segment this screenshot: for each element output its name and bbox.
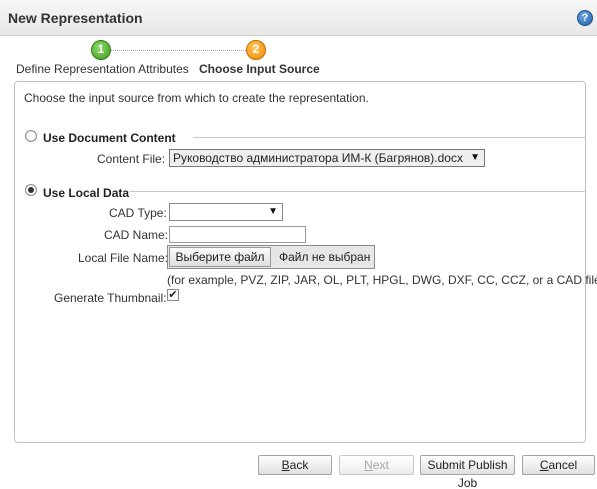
generate-thumbnail-label: Generate Thumbnail:	[54, 291, 167, 305]
content-file-value: Руководство администратора ИМ-К (Багряно…	[173, 151, 463, 165]
cancel-button[interactable]: Cancel	[522, 455, 595, 475]
choose-file-button[interactable]: Выберите файл	[169, 247, 271, 267]
wizard-steps: 1 2 Define Representation Attributes Cho…	[0, 37, 597, 79]
step-1-label[interactable]: Define Representation Attributes	[16, 62, 189, 76]
file-status-text: Файл не выбран	[279, 250, 371, 264]
next-button[interactable]: Next	[339, 455, 414, 475]
cad-name-input[interactable]	[169, 226, 306, 243]
section-divider	[193, 137, 586, 138]
content-file-label: Content File:	[97, 152, 166, 166]
local-file-label: Local File Name:	[78, 251, 169, 265]
chevron-down-icon: ▼	[470, 152, 480, 163]
back-button[interactable]: Back	[258, 455, 332, 475]
content-panel: Choose the input source from which to cr…	[14, 81, 597, 443]
chevron-down-icon: ▼	[268, 206, 278, 217]
instruction-text: Choose the input source from which to cr…	[24, 91, 369, 105]
help-icon[interactable]: ?	[577, 10, 593, 26]
file-format-hint: (for example, PVZ, ZIP, JAR, OL, PLT, HP…	[167, 273, 597, 287]
step-connector	[110, 50, 248, 51]
use-document-content-title[interactable]: Use Document Content	[43, 131, 176, 145]
step-1-check-icon: 1	[91, 40, 111, 60]
use-local-data-title[interactable]: Use Local Data	[43, 186, 129, 200]
cad-type-label: CAD Type:	[109, 206, 167, 220]
submit-publish-job-button[interactable]: Submit Publish Job	[420, 455, 515, 489]
use-document-content-radio[interactable]	[25, 130, 37, 142]
generate-thumbnail-checkbox[interactable]: ✔	[167, 289, 179, 301]
content-file-select[interactable]: Руководство администратора ИМ-К (Багряно…	[169, 149, 485, 167]
cad-type-select[interactable]: ▼	[169, 203, 283, 221]
use-local-data-radio[interactable]	[25, 184, 37, 196]
cad-name-label: CAD Name:	[104, 228, 169, 242]
local-file-input[interactable]: Выберите файл Файл не выбран	[167, 245, 375, 269]
title-bar: New Representation ?	[0, 0, 597, 36]
window-title: New Representation	[8, 10, 143, 26]
step-2-current-icon: 2	[246, 40, 266, 60]
step-2-label: Choose Input Source	[199, 62, 320, 76]
section-divider	[129, 191, 586, 192]
